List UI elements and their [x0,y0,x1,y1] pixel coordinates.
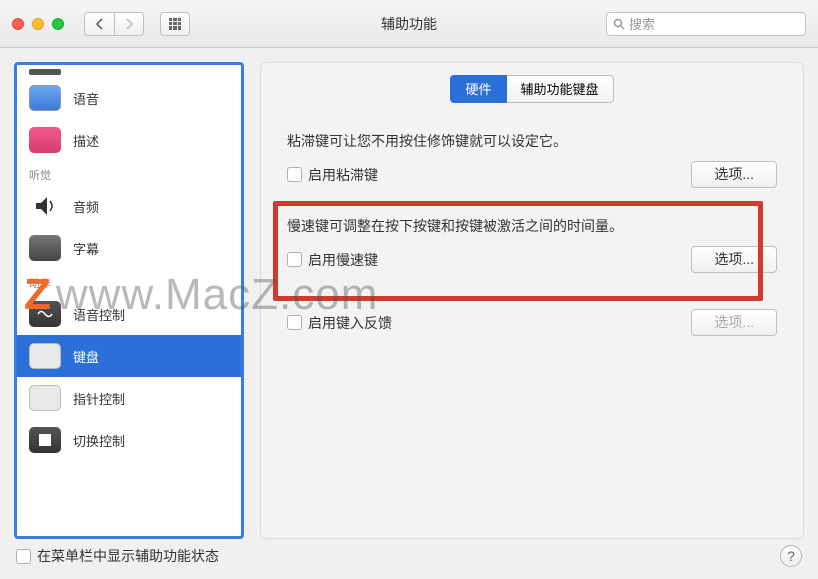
zoom-window-button[interactable] [52,18,64,30]
forward-button[interactable] [114,12,144,36]
mouse-icon [29,385,61,411]
feedback-section: 启用键入反馈 选项... [279,309,785,336]
search-input[interactable]: 搜索 [606,12,806,36]
sidebar-item-label: 指针控制 [73,389,125,408]
checkbox-label: 启用慢速键 [308,250,378,270]
sticky-keys-desc: 粘滞键可让您不用按住修饰键就可以设定它。 [287,131,777,151]
keyboard-icon [29,343,61,369]
minimize-window-button[interactable] [32,18,44,30]
search-icon [613,18,625,30]
slow-keys-options-button[interactable]: 选项... [691,246,777,273]
main-panel: 硬件 辅助功能键盘 粘滞键可让您不用按住修饰键就可以设定它。 启用粘滞键 选项.… [260,62,804,539]
window-title: 辅助功能 [381,14,437,34]
sidebar-item-pointer[interactable]: 指针控制 [17,377,241,419]
sticky-keys-options-button[interactable]: 选项... [691,161,777,188]
sidebar-item-label: 键盘 [73,347,99,366]
footer: 在菜单栏中显示辅助功能状态 ? [16,545,802,567]
back-button[interactable] [84,12,114,36]
slow-keys-checkbox[interactable]: 启用慢速键 [287,250,378,270]
checkbox-label: 启用粘滞键 [308,165,378,185]
close-window-button[interactable] [12,18,24,30]
sidebar-section-action: 动作 [17,269,241,293]
feedback-options-button[interactable]: 选项... [691,309,777,336]
tab-hardware[interactable]: 硬件 [450,75,506,103]
sidebar-item-voice[interactable]: 语音 [17,77,241,119]
sidebar-item-label: 描述 [73,131,99,150]
show-all-button[interactable] [160,12,190,36]
sidebar-item-bar[interactable] [17,69,241,77]
sticky-keys-section: 粘滞键可让您不用按住修饰键就可以设定它。 启用粘滞键 选项... [279,131,785,188]
checkbox-icon [287,315,302,330]
sidebar-item-subtitle[interactable]: 字幕 [17,227,241,269]
search-placeholder: 搜索 [629,14,655,33]
menubar-status-checkbox[interactable]: 在菜单栏中显示辅助功能状态 [16,546,219,566]
slow-keys-section: 慢速键可调整在按下按键和按键被激活之间的时间量。 启用慢速键 选项... [279,216,785,273]
sidebar-item-voice-control[interactable]: 语音控制 [17,293,241,335]
sidebar-item-keyboard[interactable]: 键盘 [17,335,241,377]
sticky-keys-checkbox[interactable]: 启用粘滞键 [287,165,378,185]
slow-keys-desc: 慢速键可调整在按下按键和按键被激活之间的时间量。 [287,216,777,236]
sidebar-item-switch[interactable]: 切换控制 [17,419,241,461]
tab-a11y-keyboard[interactable]: 辅助功能键盘 [507,75,614,103]
content: 语音 描述 听觉 音频 字幕 动作 语音控制 键盘 指针控制 切换控制 硬件 辅… [0,48,818,539]
description-icon [29,127,61,153]
checkbox-icon [16,549,31,564]
checkbox-icon [287,167,302,182]
speaker-icon [29,193,61,219]
voice-control-icon [29,301,61,327]
sidebar-item-label: 语音控制 [73,305,125,324]
titlebar: 辅助功能 搜索 [0,0,818,48]
display-icon [29,85,61,111]
sidebar-item-audio[interactable]: 音频 [17,185,241,227]
nav-buttons [84,12,144,36]
checkbox-label: 启用键入反馈 [308,313,392,333]
traffic-lights [12,18,64,30]
feedback-checkbox[interactable]: 启用键入反馈 [287,313,392,333]
sidebar-section-hearing: 听觉 [17,161,241,185]
checkbox-label: 在菜单栏中显示辅助功能状态 [37,546,219,566]
sidebar: 语音 描述 听觉 音频 字幕 动作 语音控制 键盘 指针控制 切换控制 [14,62,244,539]
sidebar-item-label: 音频 [73,197,99,216]
checkbox-icon [287,252,302,267]
subtitle-icon [29,235,61,261]
sidebar-item-label: 切换控制 [73,431,125,450]
tabs: 硬件 辅助功能键盘 [279,75,785,103]
sidebar-item-label: 语音 [73,89,99,108]
sidebar-item-desc[interactable]: 描述 [17,119,241,161]
switch-icon [29,427,61,453]
help-button[interactable]: ? [780,545,802,567]
sidebar-item-label: 字幕 [73,239,99,258]
